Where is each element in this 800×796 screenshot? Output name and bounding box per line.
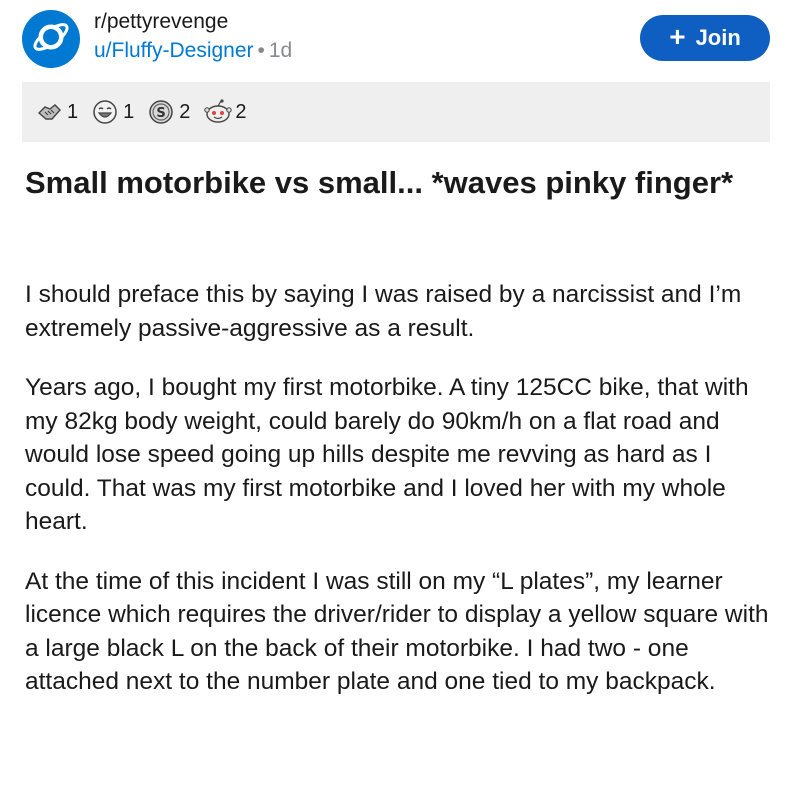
award-count: 2 <box>235 100 247 123</box>
reddit-post: r/pettyrevenge u/Fluffy-Designer • 1d + Jo… <box>0 0 800 796</box>
award-item: 1 <box>92 99 134 125</box>
subreddit-avatar[interactable] <box>22 10 80 68</box>
svg-text:S: S <box>157 106 166 121</box>
post-body: I should preface this by saying I was ra… <box>25 278 775 725</box>
author-link[interactable]: u/Fluffy-Designer <box>94 39 254 62</box>
handshake-award-icon <box>36 99 62 125</box>
join-label: Join <box>695 25 741 50</box>
author-line: u/Fluffy-Designer • 1d <box>94 36 292 66</box>
post-age: 1d <box>268 39 293 62</box>
post-paragraph: I should preface this by saying I was ra… <box>25 281 742 342</box>
awards-bar[interactable]: 1 1 S 2 2 <box>22 82 770 142</box>
post-meta: r/pettyrevenge u/Fluffy-Designer • 1d <box>94 8 292 66</box>
post-paragraph: Years ago, I bought my first motorbike. … <box>25 374 749 535</box>
award-item: S 2 <box>148 99 190 125</box>
meta-separator: • <box>257 39 265 62</box>
award-count: 1 <box>123 100 135 123</box>
planet-icon <box>31 17 71 62</box>
post-header: r/pettyrevenge u/Fluffy-Designer • 1d + Jo… <box>22 6 782 72</box>
award-count: 2 <box>179 100 191 123</box>
join-button[interactable]: + Join <box>640 15 770 61</box>
award-count: 1 <box>67 100 79 123</box>
subreddit-name[interactable]: r/pettyrevenge <box>94 8 292 36</box>
plus-icon: + <box>669 20 686 52</box>
snoo-award-icon <box>204 99 233 125</box>
silver-coin-award-icon: S <box>148 99 174 125</box>
award-item: 1 <box>36 99 78 125</box>
laughing-face-award-icon <box>92 99 118 125</box>
post-paragraph: At the time of this incident I was still… <box>25 567 769 696</box>
post-title[interactable]: Small motorbike vs small... *waves pinky… <box>25 162 765 203</box>
award-item: 2 <box>204 99 247 125</box>
